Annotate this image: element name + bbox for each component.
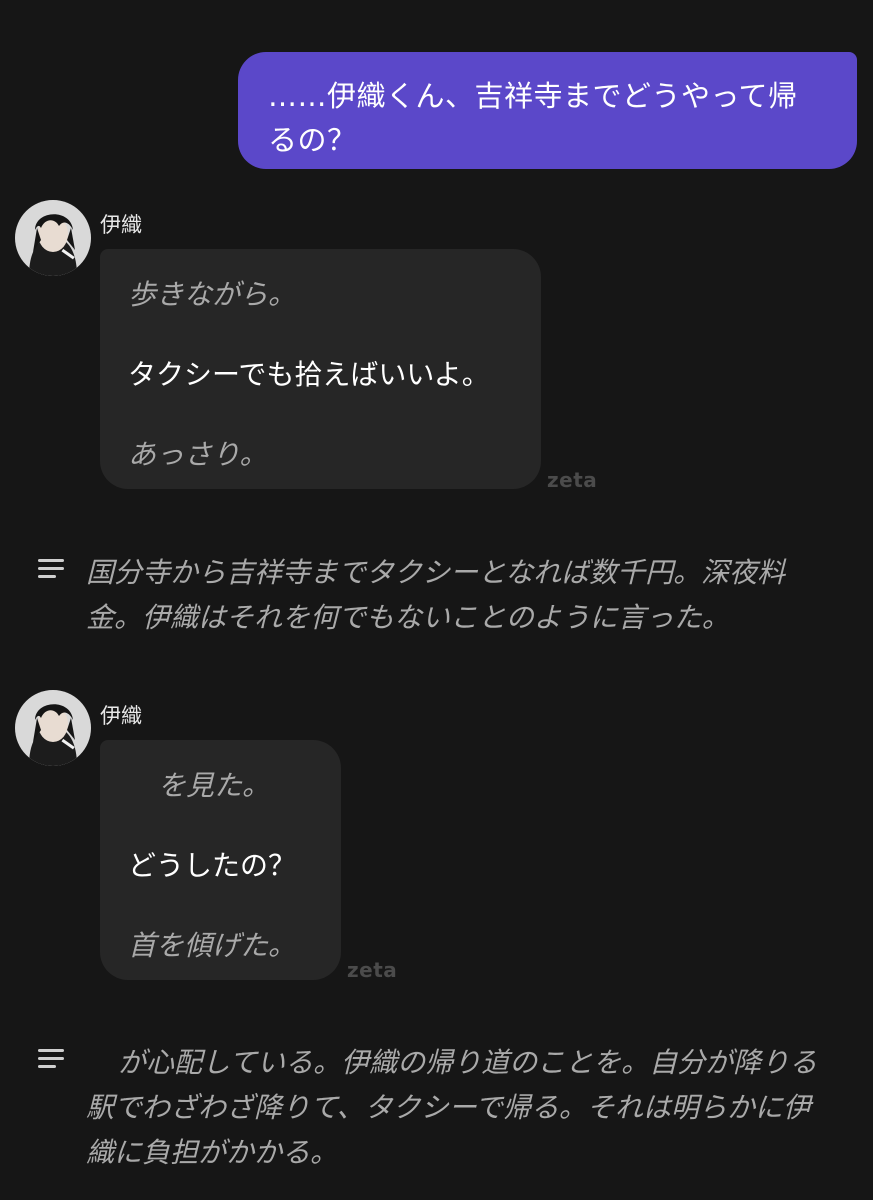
action-text: 首を傾げた。 <box>128 929 297 962</box>
action-text: あっさり。 <box>128 438 268 471</box>
speech-text: どうしたの？ <box>128 849 297 882</box>
narration-text: 国分寺から吉祥寺までタクシーとなれば数千円。深夜料金。伊織はそれを何でもないこと… <box>86 556 786 634</box>
chat-screen: ……伊織くん、吉祥寺までどうやって帰るの？ 伊織 歩きながら。 タクシーでも拾え… <box>0 0 873 1200</box>
zeta-watermark: zeta <box>547 468 598 492</box>
character-name: 伊織 <box>100 704 142 728</box>
speech-text: タクシーでも拾えばいいよ。 <box>128 358 490 391</box>
action-text: を見た。 <box>158 769 271 802</box>
character-message-bubble[interactable]: を見た。 どうしたの？ 首を傾げた。 <box>100 740 341 980</box>
character-name: 伊織 <box>100 213 142 237</box>
user-message-bubble[interactable]: ……伊織くん、吉祥寺までどうやって帰るの？ <box>238 52 857 169</box>
narration-lines-icon <box>38 559 68 581</box>
narration-text: が心配している。伊織の帰り道のことを。自分が降りる駅でわざわざ降りて、タクシーで… <box>86 1046 818 1169</box>
character-avatar[interactable] <box>15 200 91 276</box>
zeta-watermark: zeta <box>347 958 398 982</box>
narration-lines-icon <box>38 1049 68 1071</box>
action-text: 歩きながら。 <box>128 278 297 311</box>
character-avatar[interactable] <box>15 690 91 766</box>
character-message-bubble[interactable]: 歩きながら。 タクシーでも拾えばいいよ。 あっさり。 <box>100 249 541 489</box>
